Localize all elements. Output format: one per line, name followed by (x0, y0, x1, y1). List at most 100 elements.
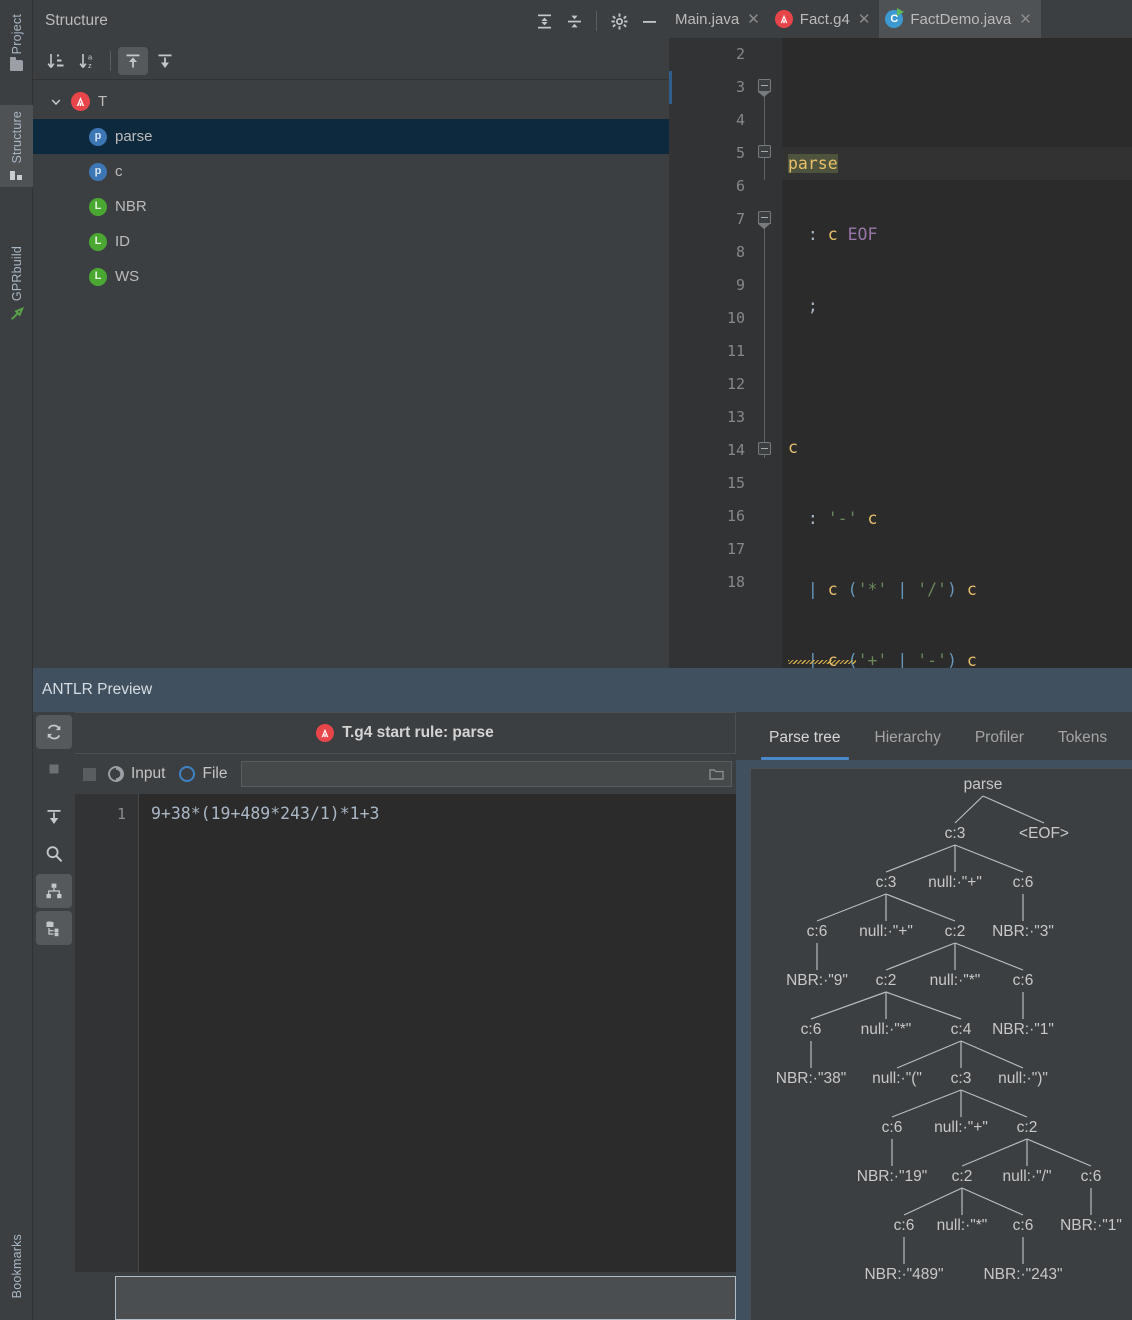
tab-hierarchy[interactable]: Hierarchy (858, 729, 958, 760)
parse-tree-node[interactable]: c:6 (801, 1021, 822, 1039)
parse-tree-node[interactable]: null:·")" (998, 1070, 1048, 1088)
tree-view-icon (46, 921, 59, 937)
folder-open-icon[interactable] (709, 767, 725, 781)
parse-tree-node[interactable]: NBR:·"3" (992, 923, 1054, 941)
chevron-down-icon[interactable] (49, 95, 63, 109)
collapse-all-button[interactable] (560, 7, 588, 35)
parse-tree-node[interactable]: NBR:·"38" (776, 1070, 846, 1088)
parse-tree-node[interactable]: c:3 (951, 1070, 972, 1088)
stop-square-icon[interactable] (83, 767, 96, 781)
find-button[interactable] (36, 837, 72, 871)
editor-tab-main-java[interactable]: Main.java ✕ (669, 0, 769, 38)
input-editor-text[interactable]: 9+38*(19+489*243/1)*1+3 (139, 794, 736, 1272)
settings-button[interactable] (605, 7, 633, 35)
fold-marker-open[interactable] (758, 211, 771, 229)
parse-tree-node[interactable]: NBR:·"19" (857, 1168, 927, 1186)
fold-marker-open[interactable] (758, 79, 771, 97)
sort-alphabetically-button[interactable]: a z (73, 47, 103, 75)
tab-parse-tree[interactable]: Parse tree (752, 729, 858, 760)
close-icon[interactable]: ✕ (746, 12, 761, 27)
close-icon[interactable]: ✕ (857, 12, 872, 27)
parse-tree-canvas[interactable]: parse c:3 <EOF> c:3 null:·"+" c:6 c:6 null:·"+"… (750, 768, 1132, 1320)
parse-tree-node[interactable]: null:·"/" (1003, 1168, 1052, 1186)
show-hierarchy-button[interactable] (36, 874, 72, 908)
close-icon[interactable]: ✕ (1018, 12, 1033, 27)
parse-tree-node[interactable]: c:2 (876, 972, 897, 990)
parse-tree-node[interactable]: null:·"(" (872, 1070, 922, 1088)
code-editor[interactable]: 2 3 4 5 6 7 8 9 10 11 12 13 14 15 16 17 … (669, 38, 1132, 668)
parse-tree-node[interactable]: NBR:·"1" (1060, 1217, 1122, 1235)
tree-node-id[interactable]: L ID (33, 224, 669, 259)
scroll-to-end-button[interactable] (36, 800, 72, 834)
parse-tree-node[interactable]: null:·"*" (937, 1217, 988, 1235)
parse-tree-node[interactable]: c:6 (1013, 1217, 1034, 1235)
parse-tree-node[interactable]: null:·"*" (861, 1021, 912, 1039)
stop-button[interactable] (36, 752, 72, 786)
parse-tree-node[interactable]: parse (964, 776, 1003, 794)
hide-button[interactable] (635, 7, 663, 35)
preview-input-editor[interactable]: 1 9+38*(19+489*243/1)*1+3 (75, 794, 736, 1272)
tree-node-parse[interactable]: p parse (33, 119, 669, 154)
parse-tree-node[interactable]: <EOF> (1019, 825, 1069, 843)
arrow-down-to-bar-icon (47, 810, 61, 824)
code-text[interactable]: parse : c EOF ; c : '-' c | c ('*' | '/'… (782, 38, 1132, 668)
tree-node-ws[interactable]: L WS (33, 259, 669, 294)
editor-gutter[interactable]: 2 3 4 5 6 7 8 9 10 11 12 13 14 15 16 17 … (669, 38, 757, 668)
tree-node-grammar[interactable]: T (33, 84, 669, 119)
parse-tree-node[interactable]: null:·"+" (928, 874, 982, 892)
sort-by-visibility-button[interactable] (41, 47, 71, 75)
folder-icon (10, 57, 23, 72)
parse-tree-node[interactable]: c:6 (1081, 1168, 1102, 1186)
line-number: 10 (726, 309, 745, 327)
parse-tree-node[interactable]: NBR:·"1" (992, 1021, 1054, 1039)
file-radio[interactable] (179, 766, 196, 782)
fold-rail[interactable] (757, 38, 782, 668)
fold-marker-close[interactable] (758, 442, 771, 455)
parse-tree-node[interactable]: c:6 (882, 1119, 903, 1137)
parse-tree-node[interactable]: c:6 (1013, 972, 1034, 990)
parse-tree-node[interactable]: c:2 (952, 1168, 973, 1186)
parse-tree-node[interactable]: null:·"+" (934, 1119, 988, 1137)
parse-tree-node[interactable]: null:·"+" (859, 923, 913, 941)
parse-tree-node[interactable]: c:6 (894, 1217, 915, 1235)
editor-tab-factdemo-java[interactable]: C FactDemo.java ✕ (879, 0, 1041, 38)
parse-tree-node[interactable]: NBR:·"9" (786, 972, 848, 990)
tool-window-button-gprbuild[interactable]: GPRbuild (0, 240, 33, 327)
antlr-preview-title: ANTLR Preview (42, 681, 153, 698)
tab-tokens[interactable]: Tokens (1041, 729, 1124, 760)
tab-profiler[interactable]: Profiler (958, 729, 1041, 760)
tool-window-button-structure[interactable]: Structure (0, 105, 33, 187)
antlr-preview-tool-window: ANTLR Preview T.g4 start rule: parse Inp… (33, 668, 1132, 1320)
input-radio[interactable] (108, 766, 124, 782)
parse-tree-column: Parse tree Hierarchy Profiler Tokens par… (736, 712, 1132, 1320)
parse-tree-node[interactable]: c:2 (945, 923, 966, 941)
file-path-input[interactable] (241, 761, 732, 787)
tree-node-c[interactable]: p c (33, 154, 669, 189)
tool-window-button-project[interactable]: Project (0, 8, 33, 77)
code-token: c (788, 438, 798, 457)
expand-all-button[interactable] (530, 7, 558, 35)
tool-window-button-bookmarks[interactable]: Bookmarks (0, 1228, 33, 1304)
editor-tab-fact-g4[interactable]: Fact.g4 ✕ (769, 0, 880, 38)
tree-node-nbr[interactable]: L NBR (33, 189, 669, 224)
editor-tab-label: Fact.g4 (799, 10, 850, 28)
parse-tree-node[interactable]: c:3 (945, 825, 966, 843)
parse-tree-node[interactable]: c:6 (1013, 874, 1034, 892)
svg-text:z: z (88, 61, 92, 70)
structure-header-actions (530, 7, 663, 35)
show-tree-button[interactable] (36, 911, 72, 945)
refresh-button[interactable] (36, 715, 72, 749)
parse-tree-node[interactable]: NBR:·"489" (864, 1266, 943, 1284)
parse-tree-node[interactable]: null:·"*" (930, 972, 981, 990)
parse-tree-node[interactable]: NBR:·"243" (983, 1266, 1062, 1284)
parse-tree-node[interactable]: c:6 (807, 923, 828, 941)
parse-tree-node[interactable]: c:2 (1017, 1119, 1038, 1137)
autoscroll-to-source-button[interactable] (118, 46, 148, 75)
parse-tree-node[interactable]: c:3 (876, 874, 897, 892)
fold-marker-close[interactable] (758, 145, 771, 158)
autoscroll-from-source-button[interactable] (150, 47, 180, 75)
parse-tree-node[interactable]: c:4 (951, 1021, 972, 1039)
